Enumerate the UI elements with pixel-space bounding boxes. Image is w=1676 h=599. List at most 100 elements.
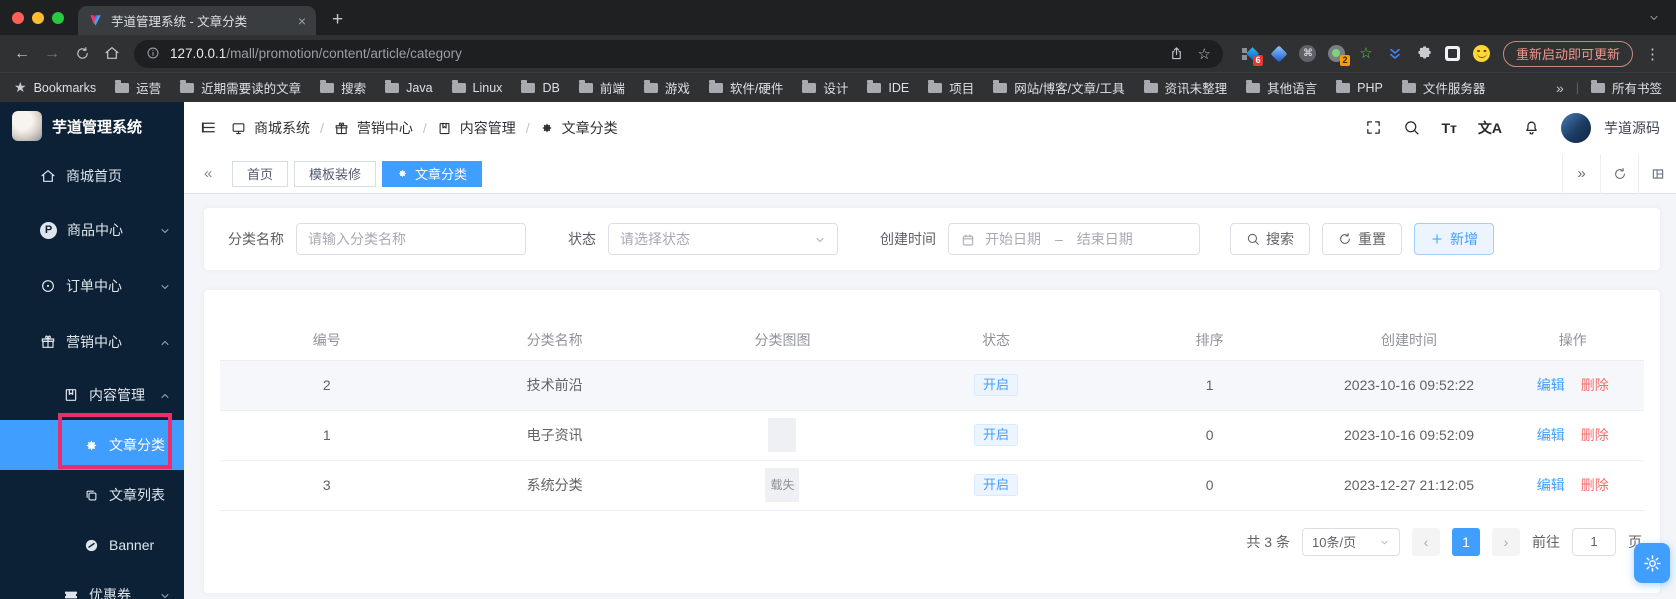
chrome-update-button[interactable]: 重新启动即可更新: [1502, 40, 1633, 67]
bookmark-folder[interactable]: DB: [521, 79, 560, 95]
chrome-menu-icon[interactable]: ⋮: [1645, 45, 1660, 63]
sidebar-item-coupon[interactable]: 优惠券: [0, 570, 184, 599]
add-button[interactable]: 新增: [1414, 223, 1494, 255]
bookmark-folder[interactable]: 软件/硬件: [708, 78, 783, 97]
bookmark-folder[interactable]: PHP: [1336, 79, 1383, 95]
tags-refresh-icon[interactable]: [1600, 153, 1638, 194]
current-page-button[interactable]: 1: [1452, 527, 1480, 556]
browser-tab[interactable]: 芋道管理系统 - 文章分类 ×: [78, 6, 316, 35]
sidebar-item-content-management[interactable]: 内容管理: [0, 370, 184, 420]
sidebar-item-product-center[interactable]: P 商品中心: [0, 202, 184, 258]
bookmark-folder[interactable]: 项目: [928, 78, 974, 97]
bookmark-folder[interactable]: Java: [385, 79, 433, 95]
start-date-placeholder[interactable]: 开始日期: [985, 229, 1041, 249]
table-header-row: 编号 分类名称 分类图图 状态 排序 创建时间 操作: [220, 320, 1644, 361]
prev-page-button[interactable]: ‹: [1412, 527, 1440, 556]
bookmark-star-icon[interactable]: ☆: [1198, 45, 1211, 63]
reset-button[interactable]: 重置: [1322, 223, 1402, 255]
gem-extension-icon[interactable]: [1270, 45, 1288, 63]
delete-link[interactable]: 删除: [1581, 477, 1609, 493]
tab-close-icon[interactable]: ×: [298, 13, 306, 29]
share-icon[interactable]: [1169, 45, 1184, 63]
goto-page-input[interactable]: [1572, 527, 1616, 556]
bell-icon[interactable]: [1523, 119, 1540, 137]
copy-icon: [84, 488, 99, 503]
search-icon[interactable]: [1403, 119, 1420, 137]
cell-created: 2023-10-16 09:52:22: [1316, 360, 1502, 411]
tags-scroll-left-icon[interactable]: «: [204, 165, 224, 182]
bookmark-folder[interactable]: 游戏: [643, 78, 690, 97]
bookmark-folder[interactable]: 搜索: [320, 78, 366, 97]
back-button[interactable]: ←: [8, 45, 36, 63]
bookmark-folder[interactable]: 网站/博客/文章/工具: [993, 78, 1125, 97]
bookmark-folder[interactable]: 前端: [578, 78, 625, 97]
tag-template-decoration[interactable]: 模板装修: [294, 160, 377, 187]
sidebar-item-article-list[interactable]: 文章列表: [0, 470, 184, 520]
breadcrumb: 商城系统 / 营销中心 / 内容管理 / 文章分类: [231, 118, 618, 138]
reload-button[interactable]: [68, 45, 96, 63]
bookmarks-overflow-icon[interactable]: »: [1556, 80, 1564, 96]
bookmark-folder[interactable]: 运营: [115, 78, 161, 97]
page-size-select[interactable]: 10条/页: [1302, 527, 1400, 556]
all-bookmarks-folder[interactable]: 所有书签: [1590, 78, 1662, 97]
delete-link[interactable]: 删除: [1581, 427, 1609, 443]
window-zoom-button[interactable]: [52, 11, 64, 24]
tab-search-icon[interactable]: [1648, 9, 1660, 27]
delete-link[interactable]: 删除: [1581, 377, 1609, 393]
window-minimize-button[interactable]: [32, 11, 44, 24]
new-tab-button[interactable]: +: [332, 9, 343, 31]
fullscreen-icon[interactable]: [1365, 119, 1382, 137]
url-text[interactable]: 127.0.0.1/mall/promotion/content/article…: [170, 46, 1155, 61]
command-extension-icon[interactable]: ⌘: [1299, 45, 1317, 63]
bookmarks-manager[interactable]: ★ Bookmarks: [14, 79, 96, 96]
category-name-input[interactable]: [296, 223, 526, 255]
scroll-extension-icon[interactable]: [1386, 45, 1404, 63]
profile-emoji-icon[interactable]: [1473, 45, 1491, 63]
bookmark-folder[interactable]: 文件服务器: [1401, 78, 1485, 97]
bookmark-folder[interactable]: 资讯未整理: [1143, 78, 1227, 97]
search-button[interactable]: 搜索: [1230, 223, 1310, 255]
side-panel-icon[interactable]: [1444, 45, 1462, 63]
date-range-picker[interactable]: 开始日期 – 结束日期: [948, 223, 1200, 255]
extensions-puzzle-icon[interactable]: [1415, 45, 1433, 63]
bookmark-folder[interactable]: 设计: [802, 78, 848, 97]
avatar[interactable]: [1561, 113, 1591, 143]
sidebar-item-article-category[interactable]: 文章分类: [0, 413, 184, 470]
address-bar[interactable]: 127.0.0.1/mall/promotion/content/article…: [134, 39, 1223, 68]
theme-settings-button[interactable]: [1634, 543, 1670, 583]
sidebar-item-mall-home[interactable]: 商城首页: [0, 150, 184, 202]
breadcrumb-item[interactable]: 营销中心: [357, 118, 413, 138]
sidebar-item-marketing-center[interactable]: 营销中心: [0, 314, 184, 370]
edit-link[interactable]: 编辑: [1537, 427, 1565, 443]
username[interactable]: 芋道源码: [1604, 118, 1660, 138]
edit-link[interactable]: 编辑: [1537, 477, 1565, 493]
sidebar-item-order-center[interactable]: 订单中心: [0, 258, 184, 314]
menu-fold-icon[interactable]: [200, 119, 217, 137]
status-select[interactable]: 请选择状态: [608, 223, 838, 255]
bookmark-folder[interactable]: 其他语言: [1246, 78, 1317, 97]
end-date-placeholder[interactable]: 结束日期: [1077, 229, 1133, 249]
star-extension-icon[interactable]: ☆: [1357, 45, 1375, 63]
session-extension-icon[interactable]: 2: [1328, 45, 1350, 66]
tag-home[interactable]: 首页: [232, 160, 289, 187]
bookmark-folder[interactable]: 近期需要读的文章: [180, 78, 301, 97]
breadcrumb-item[interactable]: 内容管理: [460, 118, 516, 138]
column-header-actions: 操作: [1501, 320, 1644, 361]
tag-article-category-active[interactable]: 文章分类: [382, 160, 483, 187]
forward-button[interactable]: →: [38, 45, 66, 63]
sidebar-item-banner[interactable]: Banner: [0, 520, 184, 570]
tags-scroll-right-icon[interactable]: »: [1562, 153, 1600, 194]
site-info-icon[interactable]: [146, 45, 160, 63]
home-button[interactable]: [98, 45, 126, 63]
breadcrumb-item[interactable]: 文章分类: [562, 118, 618, 138]
window-close-button[interactable]: [12, 11, 24, 24]
bookmark-folder[interactable]: Linux: [451, 79, 502, 95]
layout-grid-icon[interactable]: [1638, 153, 1676, 194]
next-page-button[interactable]: ›: [1492, 527, 1520, 556]
edit-link[interactable]: 编辑: [1537, 377, 1565, 393]
bookmark-folder[interactable]: IDE: [867, 79, 909, 95]
breadcrumb-item[interactable]: 商城系统: [254, 118, 310, 138]
language-icon[interactable]: 文A: [1478, 118, 1502, 138]
adblock-extension-icon[interactable]: 6: [1241, 45, 1263, 66]
font-size-icon[interactable]: Tт: [1441, 120, 1456, 136]
